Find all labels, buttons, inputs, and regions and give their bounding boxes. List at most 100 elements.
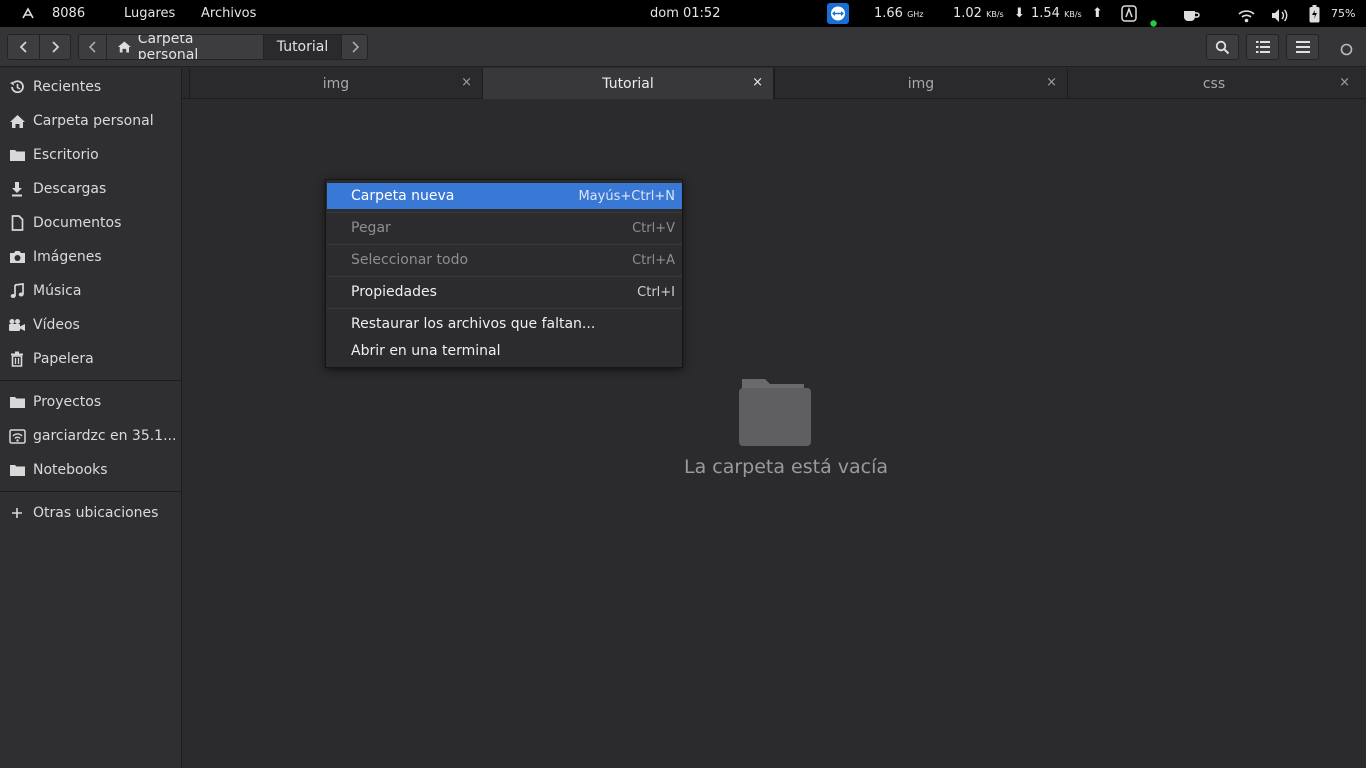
tab-label: css [1202,75,1226,92]
sidebar-item-label: garciardzc en 35.1... [33,428,177,444]
menu-item-properties[interactable]: Propiedades Ctrl+I [327,279,682,305]
sidebar-item-trash[interactable]: Papelera [0,344,181,374]
places-menu[interactable]: Lugares [124,0,175,27]
workspace-indicator[interactable]: 8086 [52,0,85,27]
path-crumb-home[interactable]: Carpeta personal [106,35,263,59]
tab-bar: img × Tutorial × img × css × [182,68,1366,99]
network-icon [8,427,26,445]
plus-icon [8,504,26,522]
sidebar-item-music[interactable]: Música [0,276,181,306]
path-crumb-current[interactable]: Tutorial [263,35,341,59]
sidebar-item-label: Notebooks [33,462,108,478]
menu-item-label: Abrir en una terminal [351,343,501,359]
sidebar-item-documents[interactable]: Documentos [0,208,181,238]
menu-icon [1295,41,1310,53]
search-icon [1215,40,1230,54]
upload-value: 1.54 [1031,6,1060,21]
cpu-value: 1.66 [874,6,903,21]
path-scroll-right-button[interactable] [341,35,367,59]
window-close-icon [1340,43,1353,56]
status-dot-icon [1150,10,1157,27]
battery-icon[interactable] [1309,5,1320,23]
document-icon [8,214,26,232]
menu-item-label: Restaurar los archivos que faltan... [351,316,596,332]
sidebar-item-proyectos[interactable]: Proyectos [0,387,181,417]
sidebar-item-other-locations[interactable]: Otras ubicaciones [0,498,181,528]
arrow-down-icon: ⬇ [1013,6,1025,21]
sidebar-item-desktop[interactable]: Escritorio [0,140,181,170]
sidebar-item-label: Otras ubicaciones [33,505,159,521]
tab-img-2[interactable]: img × [774,68,1067,99]
menu-item-label: Seleccionar todo [351,252,469,268]
sidebar-item-label: Papelera [33,351,94,367]
close-icon[interactable]: × [461,75,472,90]
volume-icon[interactable] [1271,6,1289,22]
files-menu[interactable]: Archivos [201,0,256,27]
forward-button[interactable] [39,35,70,59]
close-icon[interactable]: × [752,75,763,90]
search-button[interactable] [1206,34,1239,60]
menu-item-shortcut: Ctrl+I [637,284,675,300]
path-crumb-label: Carpeta personal [137,34,199,60]
wifi-icon[interactable] [1238,6,1255,23]
tab-label: img [322,75,350,92]
sidebar-item-label: Recientes [33,79,102,95]
chevron-left-icon [19,41,27,53]
sidebar-item-label: Descargas [33,181,107,197]
activities-icon[interactable] [20,0,36,27]
sidebar-item-recent[interactable]: Recientes [0,72,181,102]
window-close-button[interactable] [1340,41,1353,56]
coffee-icon[interactable] [1182,6,1200,22]
path-scroll-left-button[interactable] [79,35,106,59]
menu-item-select-all[interactable]: Seleccionar todo Ctrl+A [327,247,682,273]
menu-item-paste[interactable]: Pegar Ctrl+V [327,215,682,241]
menu-item-label: Propiedades [351,284,437,300]
menu-separator [327,308,682,309]
menu-button[interactable] [1286,34,1319,60]
sidebar-item-label: Escritorio [33,147,99,163]
camera-icon [8,248,26,266]
app-indicator-icon[interactable] [1121,5,1137,22]
menu-separator [327,212,682,213]
path-bar: Carpeta personal Tutorial [78,34,368,60]
music-icon [8,282,26,300]
chevron-right-icon [52,41,60,53]
sidebar-item-pictures[interactable]: Imágenes [0,242,181,272]
tab-label: Tutorial [602,75,654,92]
tab-tutorial[interactable]: Tutorial × [482,68,774,99]
list-view-icon [1255,41,1270,53]
sidebar-item-notebooks[interactable]: Notebooks [0,455,181,485]
menu-item-restore-missing[interactable]: Restaurar los archivos que faltan... [327,311,682,337]
sidebar-item-label: Proyectos [33,394,102,410]
menu-item-open-terminal[interactable]: Abrir en una terminal [327,338,682,364]
folder-icon [8,461,26,479]
teamviewer-icon[interactable] [827,3,849,24]
sidebar-item-network-share[interactable]: garciardzc en 35.1... [0,421,181,451]
folder-icon [8,146,26,164]
sidebar-item-home[interactable]: Carpeta personal [0,106,181,136]
history-buttons [7,34,71,60]
tab-css[interactable]: css × [1067,68,1360,99]
top-panel: 8086 Lugares Archivos dom 01:52 1.66 GHz… [0,0,1366,27]
empty-state: La carpeta está vacía [684,376,888,478]
close-icon[interactable]: × [1046,75,1057,90]
chevron-left-icon [88,41,96,53]
cpu-frequency: 1.66 GHz [874,0,924,27]
tab-img-1[interactable]: img × [189,68,482,99]
cpu-unit: GHz [907,10,924,19]
sidebar-item-label: Vídeos [33,317,80,333]
menu-item-new-folder[interactable]: Carpeta nueva Mayús+Ctrl+N [327,183,682,209]
home-icon [117,41,131,53]
view-mode-button[interactable] [1246,34,1279,60]
sidebar-item-videos[interactable]: Vídeos [0,310,181,340]
clock[interactable]: dom 01:52 [650,0,720,27]
recent-icon [8,78,26,96]
sidebar-item-downloads[interactable]: Descargas [0,174,181,204]
download-icon [8,180,26,198]
arrow-up-icon: ⬆ [1091,6,1103,21]
close-icon[interactable]: × [1339,75,1350,90]
menu-item-shortcut: Ctrl+A [632,252,675,268]
sidebar-separator [0,380,181,381]
back-button[interactable] [8,35,39,59]
folder-icon [739,379,811,446]
